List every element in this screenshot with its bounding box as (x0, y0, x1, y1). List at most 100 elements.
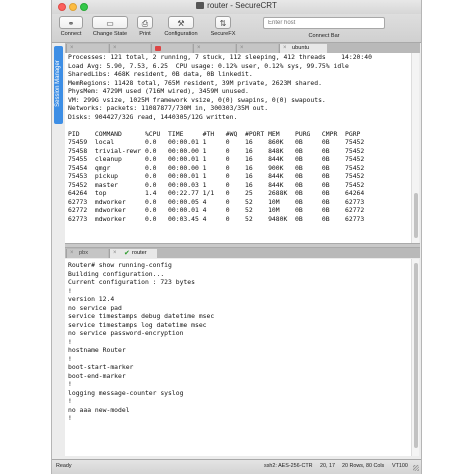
scrollbar-thumb[interactable] (414, 193, 418, 238)
terminal-line: Disks: 904427/32G read, 1440305/12G writ… (68, 112, 238, 121)
session-tab-pbx[interactable]: × pbx (66, 249, 108, 258)
top-terminal-scrollbar[interactable] (411, 53, 419, 243)
session-tab-label (206, 45, 208, 51)
session-tab-label: router (132, 250, 147, 256)
session-tab-ubuntu[interactable]: × ubuntu (279, 44, 327, 53)
session-tab-label: pbx (79, 250, 89, 256)
close-tab-icon[interactable]: × (113, 249, 117, 258)
terminal-line: no service password-encryption (68, 329, 184, 337)
securefx-button[interactable]: ⇅ SecureFX (206, 16, 240, 37)
status-size: 20 Rows, 80 Cols (342, 463, 385, 469)
terminal-line: 62772 mdworker 0.0 00:00.01 4 0 52 10M 0… (68, 206, 365, 214)
terminal-line: ! (68, 380, 72, 388)
status-bar: Ready ssh2: AES-256-CTR 20, 17 20 Rows, … (52, 459, 421, 474)
securefx-icon: ⇅ (215, 16, 231, 29)
print-icon: ⎙ (137, 16, 153, 29)
connect-bar-label: Connect Bar (308, 33, 340, 39)
session-tab-2[interactable]: × (109, 44, 150, 53)
host-input[interactable] (263, 17, 385, 29)
close-tab-icon[interactable]: × (70, 44, 74, 53)
terminal-line: ! (68, 286, 72, 295)
connect-icon: ⚭ (59, 16, 83, 29)
session-tab-label (79, 45, 81, 51)
terminal-line: Building configuration... (68, 269, 165, 278)
terminal-line: SharedLibs: 468K resident, 0B data, 0B l… (68, 70, 253, 78)
window-title: router - SecureCRT (207, 1, 277, 10)
close-tab-icon[interactable]: × (113, 44, 117, 53)
close-tab-icon[interactable]: × (70, 249, 74, 258)
terminal-line: Router# show running-config (68, 261, 172, 269)
terminal-line: version 12.4 (68, 295, 115, 303)
terminal-line: ! (68, 397, 72, 405)
terminal-line: 62773 mdworker 0.0 00:03.45 4 0 52 9480K… (68, 214, 365, 223)
session-tab-label: ubuntu (292, 45, 310, 51)
terminal-line: 75458 trivial-rewr 0.0 00:00.00 1 0 16 8… (68, 146, 365, 155)
change-state-icon: ▭ (92, 16, 128, 29)
bottom-terminal-scrollbar[interactable] (411, 259, 419, 456)
terminal-line: no service pad (68, 303, 122, 312)
session-tab-label (122, 45, 124, 51)
session-manager-tab[interactable]: Session Manager (54, 46, 63, 124)
terminal-line: 75454 qmgr 0.0 00:00.00 1 0 16 900K 0B 0… (68, 163, 365, 172)
terminal-line: 64264 top 1.4 00:22.77 1/1 0 25 2688K 0B… (68, 189, 365, 197)
terminal-line: service timestamps log datetime msec (68, 320, 207, 329)
terminal-line: VM: 299G vsize, 1025M framework vsize, 0… (68, 95, 326, 104)
top-tab-bar: × × × × × ubuntu (65, 43, 420, 53)
bottom-terminal[interactable]: Router# show running-config Building conf… (65, 259, 411, 456)
terminal-line: no aaa new-model (68, 405, 130, 414)
print-button[interactable]: ⎙ Print (134, 16, 156, 37)
securecrt-window: router - SecureCRT ⚭ Connect ▭ Change St… (51, 0, 422, 474)
window-title-area: router - SecureCRT (52, 1, 421, 10)
terminal-line: 62773 mdworker 0.0 00:00.05 4 0 52 10M 0… (68, 197, 365, 206)
terminal-line: 75455 cleanup 0.0 00:00.01 1 0 16 844K 0… (68, 155, 365, 163)
connect-button[interactable]: ⚭ Connect (56, 16, 86, 37)
top-terminal[interactable]: Processes: 121 total, 2 running, 7 stuck… (65, 53, 411, 243)
terminal-line: PhysMem: 4729M used (716M wired), 3459M … (68, 87, 249, 95)
terminal-line: boot-end-marker (68, 371, 126, 380)
terminal-line: 75452 master 0.0 00:00.03 1 0 16 844K 0B… (68, 180, 365, 189)
session-manager-label: Session Manager (55, 60, 61, 107)
change-state-label: Change State (92, 31, 128, 37)
configuration-button[interactable]: ⚒ Configuration (158, 16, 204, 37)
terminal-line: logging message-counter syslog (68, 388, 184, 397)
terminal-line: Processes: 121 total, 2 running, 7 stuck… (68, 53, 372, 61)
terminal-line: ! (68, 337, 72, 346)
terminal-icon (196, 2, 205, 10)
terminal-line: ! (68, 414, 72, 422)
bottom-tab-bar: × pbx × ✔ router (65, 248, 420, 258)
status-cipher: ssh2: AES-256-CTR (264, 463, 313, 469)
scrollbar-thumb[interactable] (414, 263, 418, 448)
session-tab-1[interactable]: × (66, 44, 108, 53)
terminal-line: MemRegions: 11428 total, 765M resident, … (68, 78, 322, 87)
session-tab-5[interactable]: × (236, 44, 278, 53)
terminal-line: service timestamps debug datetime msec (68, 312, 215, 320)
terminal-line: 75459 local 0.0 00:00.01 1 0 16 860K 0B … (68, 138, 365, 146)
terminal-line: PID COMMAND %CPU TIME #TH #WQ #PORT MEM … (68, 129, 361, 138)
close-tab-icon[interactable]: × (197, 44, 201, 53)
securefx-label: SecureFX (210, 31, 236, 37)
session-tab-router[interactable]: × ✔ router (109, 249, 157, 258)
connected-check-icon: ✔ (124, 250, 130, 257)
close-tab-icon[interactable]: × (283, 44, 287, 53)
session-tab-4[interactable]: × (193, 44, 235, 53)
toolbar: ⚭ Connect ▭ Change State ⎙ Print ⚒ Confi… (52, 14, 421, 43)
status-cursor: 20, 17 (320, 463, 335, 469)
session-tab-3[interactable] (151, 44, 192, 53)
terminal-line: Networks: packets: 11087877/730M in, 300… (68, 104, 269, 112)
session-tab-label (164, 45, 166, 51)
close-tab-icon[interactable]: × (240, 44, 244, 53)
terminal-line: hostname Router (68, 346, 126, 354)
terminal-line: Load Avg: 5.90, 7.53, 6.25 CPU usage: 0.… (68, 61, 349, 70)
print-label: Print (139, 31, 151, 37)
change-state-button[interactable]: ▭ Change State (88, 16, 132, 37)
terminal-line: ! (68, 354, 72, 363)
connect-label: Connect (60, 31, 82, 37)
session-tab-label (249, 45, 251, 51)
resize-grip-icon[interactable] (413, 465, 419, 471)
title-bar[interactable]: router - SecureCRT (52, 0, 421, 14)
configuration-label: Configuration (164, 31, 198, 37)
configuration-icon: ⚒ (168, 16, 194, 29)
terminal-line: Current configuration : 723 bytes (68, 278, 195, 286)
terminal-line: boot-start-marker (68, 363, 134, 371)
